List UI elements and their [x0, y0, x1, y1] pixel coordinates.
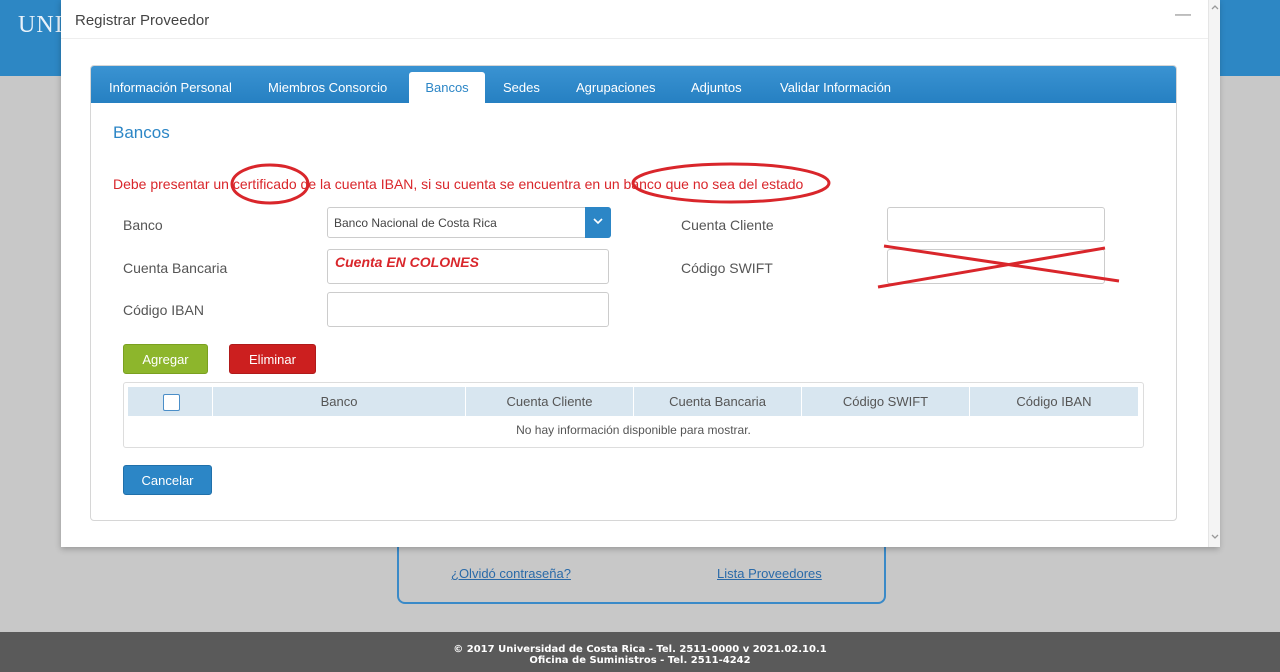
column-cuenta-bancaria[interactable]: Cuenta Bancaria — [633, 387, 801, 416]
dropdown-button[interactable] — [585, 207, 611, 238]
forgot-password-link[interactable]: ¿Olvidó contraseña? — [451, 566, 571, 581]
tab-agrupaciones[interactable]: Agrupaciones — [576, 66, 656, 103]
tab-miembros-consorcio[interactable]: Miembros Consorcio — [268, 66, 387, 103]
section-title: Bancos — [113, 123, 170, 142]
codigo-iban-label: Código IBAN — [123, 302, 204, 318]
tab-validar-informacion[interactable]: Validar Información — [780, 66, 891, 103]
eliminar-button[interactable]: Eliminar — [229, 344, 316, 374]
footer-line-1: © 2017 Universidad de Costa Rica - Tel. … — [453, 644, 827, 655]
tab-informacion-personal[interactable]: Información Personal — [109, 66, 232, 103]
select-all-checkbox[interactable] — [163, 394, 180, 411]
cancelar-button[interactable]: Cancelar — [123, 465, 212, 495]
codigo-swift-label: Código SWIFT — [681, 260, 773, 276]
banks-table: Banco Cuenta Cliente Cuenta Bancaria Cód… — [123, 382, 1144, 448]
column-cuenta-cliente[interactable]: Cuenta Cliente — [465, 387, 633, 416]
iban-certificate-warning: Debe presentar un certificado de la cuen… — [113, 176, 804, 192]
tab-bancos[interactable]: Bancos — [409, 72, 485, 103]
modal-scrollbar[interactable] — [1208, 0, 1220, 547]
select-all-column — [128, 387, 212, 416]
agregar-button[interactable]: Agregar — [123, 344, 208, 374]
scroll-down-icon[interactable] — [1211, 534, 1219, 540]
scroll-up-icon[interactable] — [1211, 4, 1219, 10]
cuenta-cliente-label: Cuenta Cliente — [681, 217, 774, 233]
cuenta-bancaria-label: Cuenta Bancaria — [123, 260, 228, 276]
tab-bar: Información Personal Miembros Consorcio … — [91, 66, 1176, 103]
modal-header: Registrar Proveedor — — [61, 0, 1219, 39]
footer-line-2: Oficina de Suministros - Tel. 2511-4242 — [529, 655, 751, 666]
banco-label: Banco — [123, 217, 163, 233]
chevron-down-icon — [593, 218, 603, 225]
cuenta-bancaria-wrapper: Cuenta EN COLONES — [327, 249, 609, 284]
banks-panel: Información Personal Miembros Consorcio … — [90, 65, 1177, 521]
provider-list-link[interactable]: Lista Proveedores — [717, 566, 822, 581]
codigo-iban-input[interactable] — [327, 292, 609, 327]
minimize-icon[interactable]: — — [1175, 6, 1191, 24]
banco-select-value: Banco Nacional de Costa Rica — [334, 216, 497, 230]
cuenta-bancaria-input[interactable] — [327, 249, 609, 284]
column-codigo-iban[interactable]: Código IBAN — [969, 387, 1138, 416]
table-header: Banco Cuenta Cliente Cuenta Bancaria Cód… — [128, 387, 1138, 416]
tab-sedes[interactable]: Sedes — [503, 66, 540, 103]
banco-select[interactable]: Banco Nacional de Costa Rica — [327, 207, 611, 238]
register-provider-modal: Registrar Proveedor — Información Person… — [61, 0, 1220, 547]
cuenta-cliente-input[interactable] — [887, 207, 1105, 242]
column-codigo-swift[interactable]: Código SWIFT — [801, 387, 969, 416]
codigo-swift-input[interactable] — [887, 249, 1105, 284]
column-banco[interactable]: Banco — [212, 387, 465, 416]
modal-title: Registrar Proveedor — [75, 12, 210, 29]
table-empty-message: No hay información disponible para mostr… — [516, 423, 751, 437]
tab-adjuntos[interactable]: Adjuntos — [691, 66, 742, 103]
footer: © 2017 Universidad de Costa Rica - Tel. … — [0, 632, 1280, 672]
